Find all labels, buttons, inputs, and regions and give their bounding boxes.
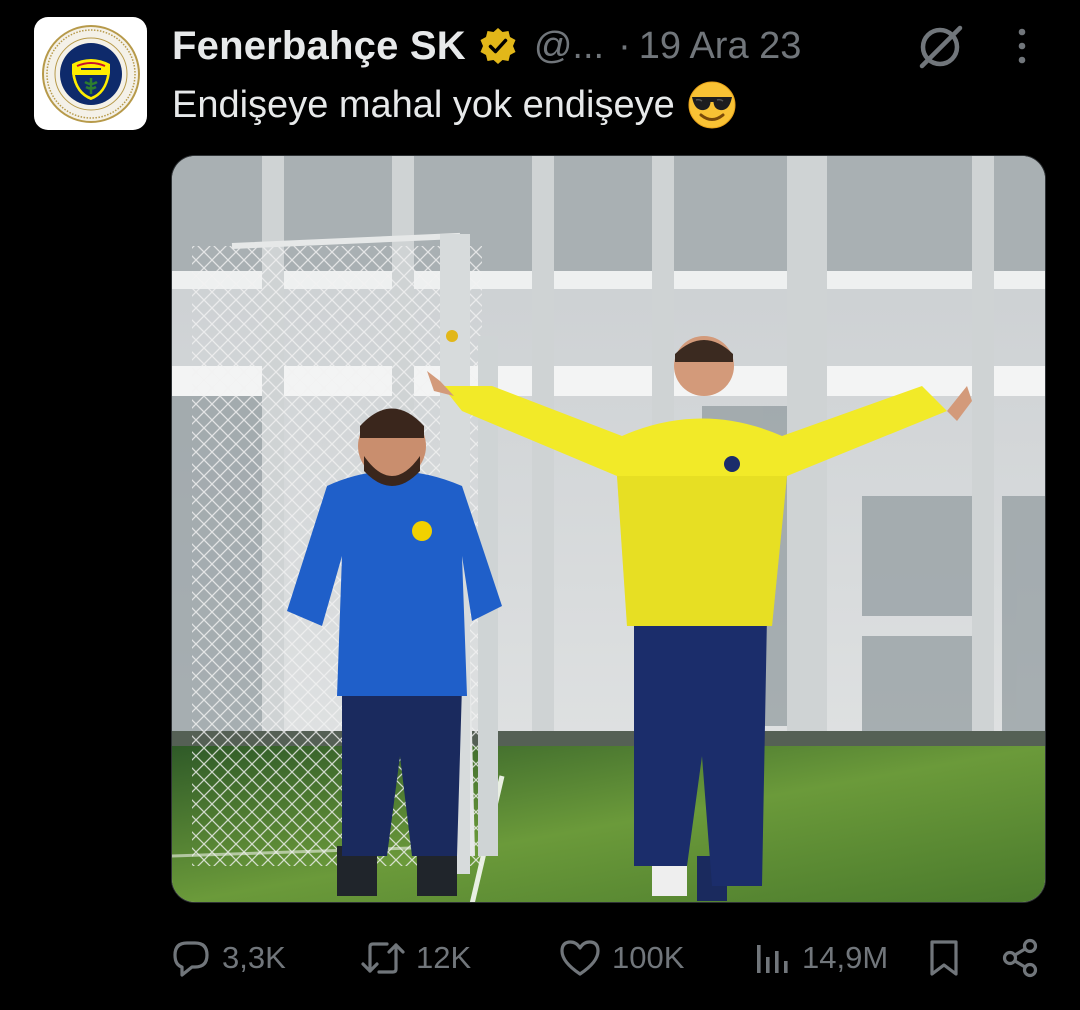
tweet-actions: 3,3K 12K 100K 14,9M	[170, 930, 1050, 986]
reply-count: 3,3K	[222, 940, 286, 975]
retweet-icon	[361, 942, 405, 974]
author-avatar[interactable]	[34, 17, 147, 130]
reply-icon	[173, 941, 209, 977]
like-count: 100K	[612, 940, 685, 975]
like-button[interactable]: 100K	[558, 930, 684, 986]
tweet[interactable]: Fenerbahçe SK @... · 19 Ara 23 Endişeye …	[0, 0, 1080, 1010]
more-options-icon[interactable]	[1008, 24, 1036, 68]
reply-button[interactable]: 3,3K	[170, 930, 286, 986]
tweet-photo[interactable]	[171, 155, 1046, 903]
author-display-name[interactable]: Fenerbahçe SK	[172, 24, 466, 69]
grok-icon[interactable]	[914, 20, 966, 72]
tweet-text-content: Endişeye mahal yok endişeye	[172, 83, 675, 126]
share-icon	[1002, 938, 1038, 978]
heart-icon	[560, 940, 600, 976]
smiling-face-with-sunglasses-emoji	[688, 81, 736, 129]
fenerbahce-crest-icon	[41, 24, 140, 123]
bookmark-icon	[930, 940, 958, 976]
share-button[interactable]	[1000, 930, 1042, 986]
views-count: 14,9M	[802, 940, 889, 975]
tweet-text: Endişeye mahal yok endişeye	[172, 80, 737, 130]
post-date[interactable]: 19 Ara 23	[639, 25, 802, 68]
verified-badge-icon[interactable]	[478, 26, 518, 66]
training-photo	[172, 156, 1045, 902]
retweet-button[interactable]: 12K	[360, 930, 471, 986]
views-button[interactable]: 14,9M	[752, 930, 888, 986]
views-bar-chart-icon	[757, 945, 788, 973]
separator-dot: ·	[618, 24, 631, 67]
author-handle[interactable]: @...	[534, 25, 604, 68]
bookmark-button[interactable]	[924, 930, 964, 986]
retweet-count: 12K	[416, 940, 472, 975]
